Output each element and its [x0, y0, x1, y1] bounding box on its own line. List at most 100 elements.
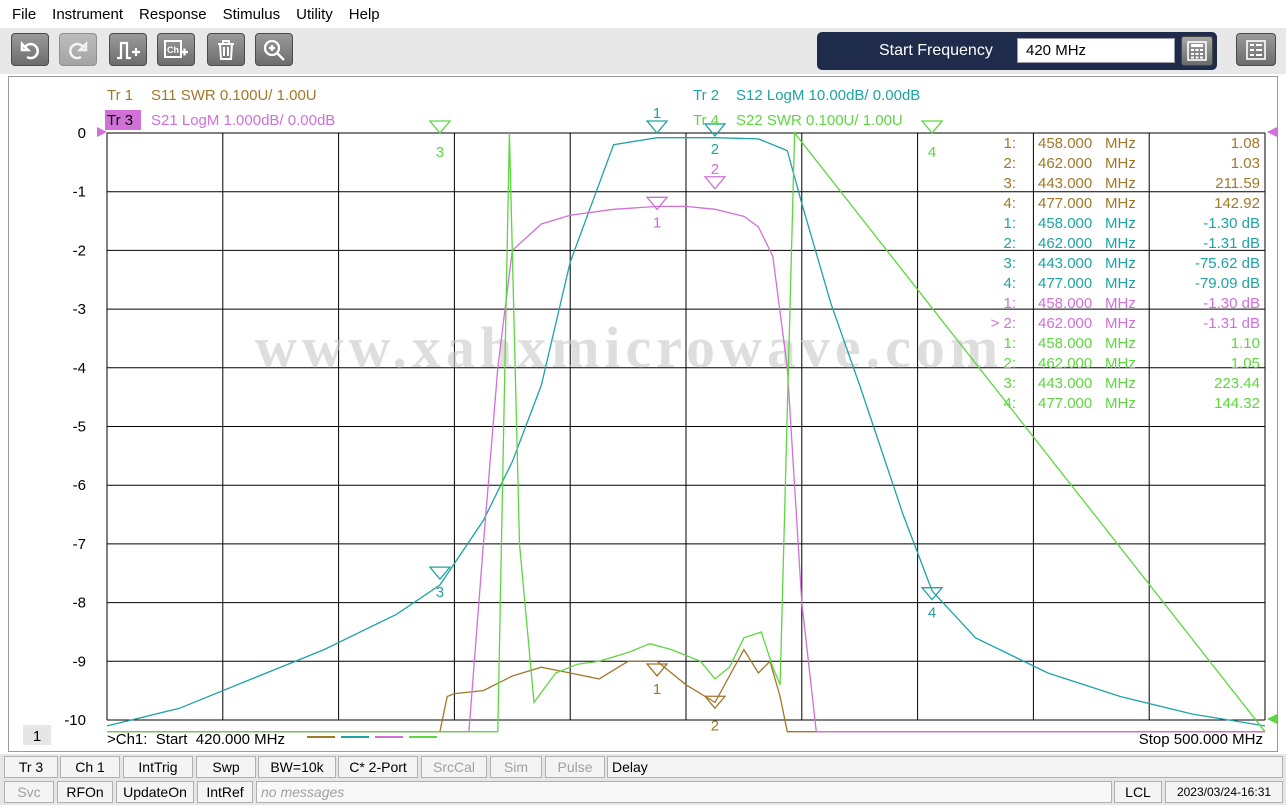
menu-instrument[interactable]: Instrument	[44, 6, 131, 23]
start-frequency-input[interactable]: 420 MHz	[1017, 38, 1175, 63]
status-lcl[interactable]: LCL	[1114, 781, 1162, 803]
status-srccal[interactable]: SrcCal	[421, 756, 487, 778]
marker-triangle[interactable]	[645, 120, 669, 135]
marker-table-freq: 477.000	[1038, 195, 1092, 212]
status-int-ref[interactable]: IntRef	[197, 781, 253, 803]
trace-1-id[interactable]: Tr 1	[107, 87, 133, 104]
trace-3-id[interactable]: Tr 3	[107, 112, 133, 129]
keypad-button[interactable]	[1181, 36, 1213, 66]
status-svc[interactable]: Svc	[4, 781, 54, 803]
marker-table-unit: MHz	[1105, 255, 1136, 272]
calculator-icon	[1187, 41, 1207, 61]
marker-table-value: 223.44	[1214, 375, 1260, 392]
menu-utility[interactable]: Utility	[288, 6, 341, 23]
y-tick-label: -5	[73, 419, 86, 436]
y-tick-label: -3	[73, 301, 86, 318]
status-bar-bottom: Svc RFOn UpdateOn IntRef no messages LCL…	[0, 779, 1286, 805]
marker-table-unit: MHz	[1105, 395, 1136, 412]
svg-text:Ch: Ch	[167, 45, 179, 55]
trace-4-desc[interactable]: S22 SWR 0.100U/ 1.00U	[736, 112, 903, 129]
undo-button[interactable]	[11, 33, 49, 66]
menu-help[interactable]: Help	[341, 6, 388, 23]
marker-triangle[interactable]	[428, 120, 452, 135]
undo-icon	[20, 40, 39, 59]
marker-table-value: -1.31 dB	[1203, 235, 1260, 252]
status-delay[interactable]: Delay	[607, 756, 1283, 778]
marker-table-freq: 443.000	[1038, 255, 1092, 272]
y-tick-label: -7	[73, 536, 86, 553]
marker-label: 3	[436, 584, 444, 601]
marker-table-unit: MHz	[1105, 135, 1136, 152]
marker-table-unit: MHz	[1105, 175, 1136, 192]
menu-file[interactable]: File	[4, 6, 44, 23]
status-sim[interactable]: Sim	[490, 756, 542, 778]
y-axis-ticks: 0 -1 -2 -3 -4 -5 -6 -7 -8 -9 -10	[64, 125, 86, 729]
channel-button[interactable]: Ch	[157, 33, 195, 66]
marker-button[interactable]	[109, 33, 147, 66]
marker-label: 1	[653, 681, 661, 698]
marker-table-index: 3:	[1003, 175, 1016, 192]
y-tick-label: 0	[78, 125, 86, 142]
channel-icon: Ch	[164, 39, 188, 58]
trash-icon	[218, 39, 234, 60]
y-tick-label: -4	[73, 360, 86, 377]
marker-triangle[interactable]	[428, 566, 452, 581]
menu-bar: File Instrument Response Stimulus Utilit…	[0, 0, 1286, 28]
trace-4-id[interactable]: Tr 4	[693, 112, 719, 129]
status-sweep[interactable]: Swp	[196, 756, 256, 778]
marker-table-index: 4:	[1003, 275, 1016, 292]
marker-table-unit: MHz	[1105, 295, 1136, 312]
y-tick-label: -10	[64, 712, 86, 729]
status-calibration[interactable]: C* 2-Port	[338, 756, 418, 778]
marker-triangle[interactable]	[703, 176, 727, 190]
marker-table-freq: 458.000	[1038, 335, 1092, 352]
menu-response[interactable]: Response	[131, 6, 215, 23]
status-trigger[interactable]: IntTrig	[123, 756, 193, 778]
marker-table-freq: 462.000	[1038, 155, 1092, 172]
marker-table-value: -1.31 dB	[1203, 315, 1260, 332]
marker-table-unit: MHz	[1105, 335, 1136, 352]
trace-3-desc[interactable]: S21 LogM 1.000dB/ 0.00dB	[151, 112, 335, 129]
delete-button[interactable]	[207, 33, 245, 66]
marker-table-freq: 458.000	[1038, 215, 1092, 232]
marker-table-index: 2:	[1003, 155, 1016, 172]
trace-1-desc[interactable]: S11 SWR 0.100U/ 1.00U	[151, 87, 317, 104]
marker-table-unit: MHz	[1105, 355, 1136, 372]
zoom-icon	[263, 39, 285, 61]
status-bandwidth[interactable]: BW=10k	[258, 756, 336, 778]
marker-table-index: > 2:	[991, 315, 1016, 332]
marker-table-value: 144.32	[1214, 395, 1260, 412]
marker-triangle[interactable]	[645, 663, 669, 677]
trace-2-id[interactable]: Tr 2	[693, 87, 719, 104]
zoom-button[interactable]	[255, 33, 293, 66]
channel-number: 1	[33, 728, 41, 745]
redo-button[interactable]	[59, 33, 97, 66]
marker-table-unit: MHz	[1105, 155, 1136, 172]
reference-arrow-right-low[interactable]	[1267, 714, 1277, 724]
marker-table-value: 1.03	[1231, 155, 1260, 172]
marker-table-value: 1.10	[1231, 335, 1260, 352]
marker-triangle[interactable]	[920, 120, 944, 135]
marker-table-freq: 462.000	[1038, 235, 1092, 252]
marker-table-value: -75.62 dB	[1195, 255, 1260, 272]
status-pulse[interactable]: Pulse	[545, 756, 605, 778]
trace-2-desc[interactable]: S12 LogM 10.00dB/ 0.00dB	[736, 87, 920, 104]
marker-table-unit: MHz	[1105, 375, 1136, 392]
status-update-on[interactable]: UpdateOn	[116, 781, 194, 803]
status-trace[interactable]: Tr 3	[4, 756, 58, 778]
start-frequency-readout: >Ch1: Start 420.000 MHz	[107, 731, 285, 748]
status-rf-on[interactable]: RFOn	[57, 781, 113, 803]
marker-label: 2	[711, 717, 719, 734]
menu-stimulus[interactable]: Stimulus	[215, 6, 289, 23]
marker-table-value: 211.59	[1215, 175, 1260, 192]
marker-table-index: 1:	[1003, 335, 1016, 352]
marker-table-index: 2:	[1003, 355, 1016, 372]
start-frequency-panel: Start Frequency 420 MHz	[817, 32, 1217, 70]
reference-arrow-right[interactable]	[1267, 127, 1277, 137]
marker-table-index: 4:	[1003, 195, 1016, 212]
status-channel[interactable]: Ch 1	[60, 756, 120, 778]
trace-plot: www.xahxmicrowave.com 0 -1 -2 -3 -4 -5 -6 -7 -8 -…	[23, 87, 1277, 748]
marker-label: 3	[436, 144, 444, 161]
marker-table-index: 1:	[1003, 135, 1016, 152]
softkey-menu-button[interactable]	[1236, 33, 1276, 66]
